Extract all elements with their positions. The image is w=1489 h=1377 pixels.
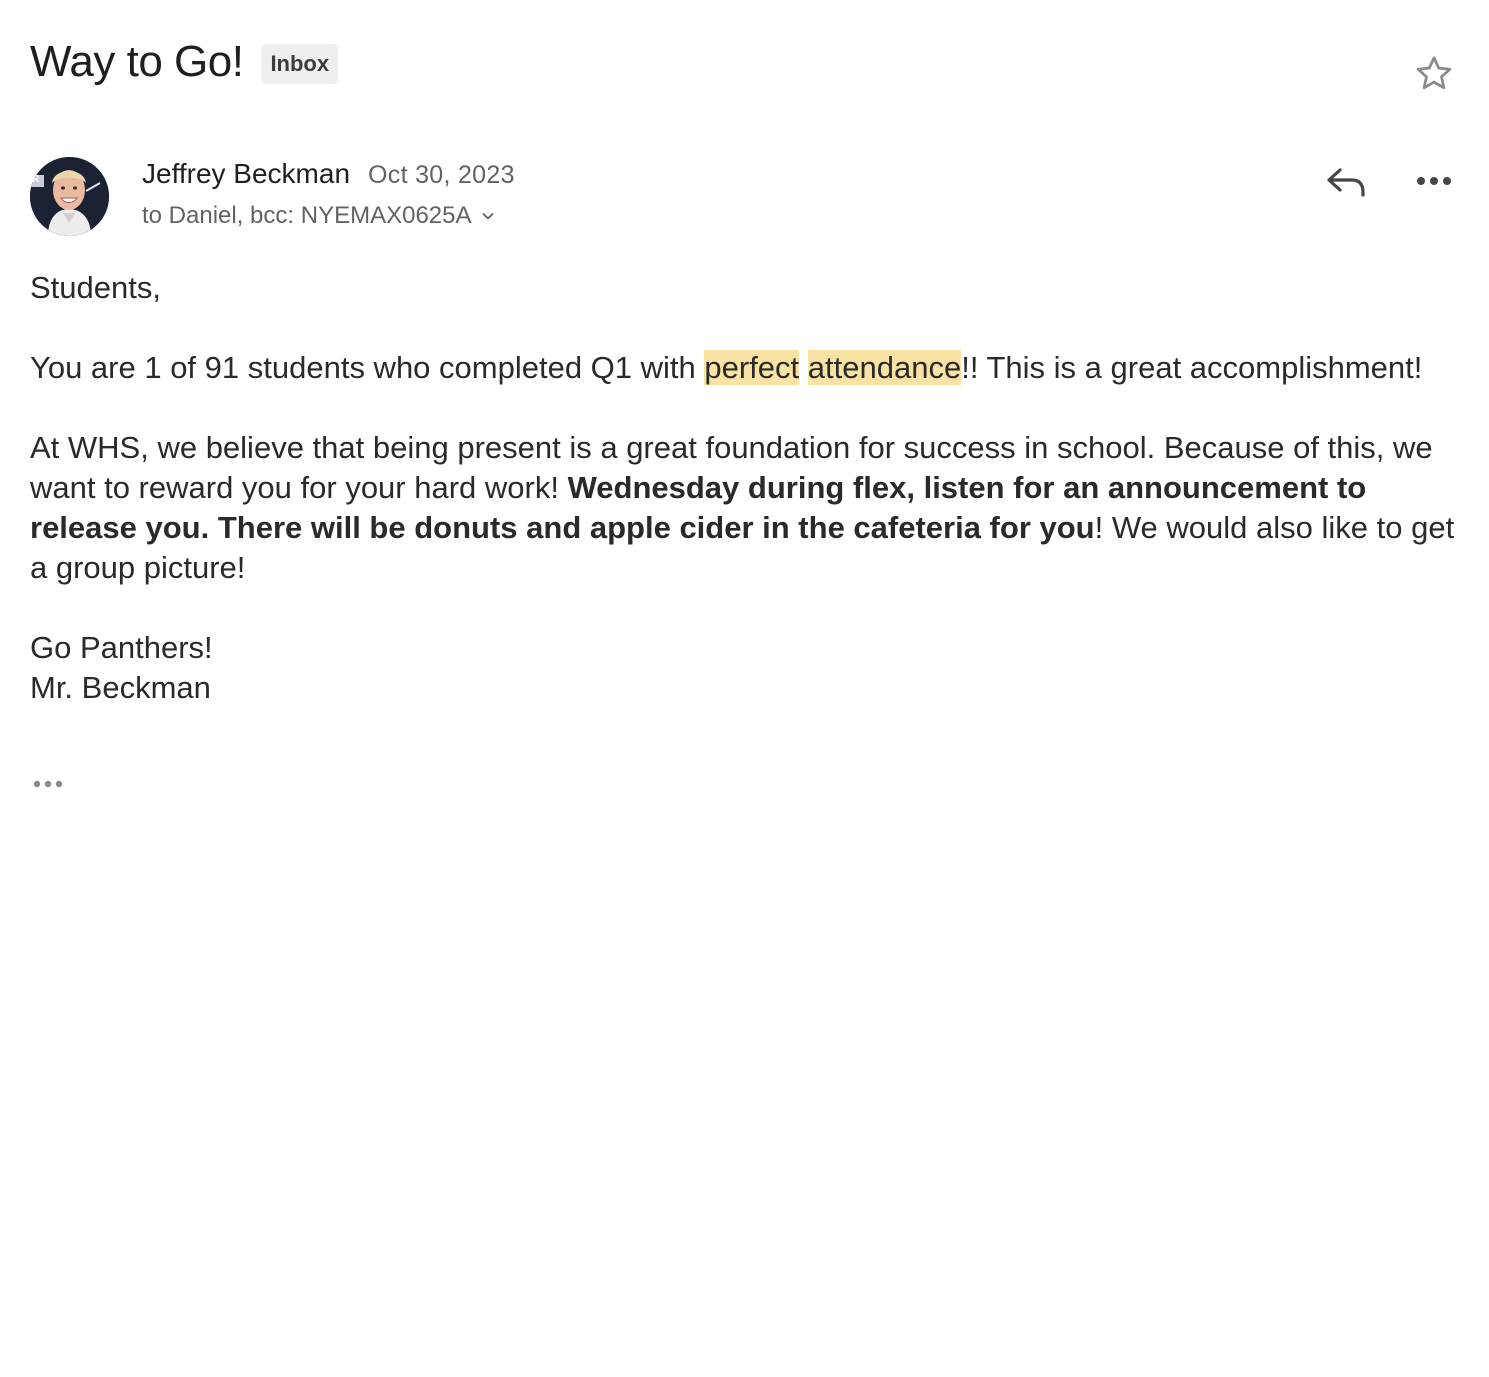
greeting: Students, bbox=[30, 270, 161, 305]
reply-icon[interactable] bbox=[1324, 162, 1368, 202]
avatar-photo bbox=[30, 157, 109, 236]
recipients-text: to Daniel, bcc: NYEMAX0625A bbox=[142, 202, 472, 229]
subject-row: Way to Go! Inbox bbox=[30, 30, 339, 94]
email-body: Students, You are 1 of 91 students who c… bbox=[30, 268, 1462, 708]
paragraph-1-space bbox=[799, 350, 808, 385]
paragraph-1-text-a: You are 1 of 91 students who completed Q… bbox=[30, 350, 705, 385]
signature: Mr. Beckman bbox=[30, 670, 211, 705]
star-icon[interactable] bbox=[1412, 52, 1456, 96]
recipients-toggle[interactable]: to Daniel, bcc: NYEMAX0625A bbox=[142, 201, 515, 231]
email-date: Oct 30, 2023 bbox=[368, 161, 515, 189]
paragraph-1-text-b: !! This is a great accomplishment! bbox=[961, 350, 1423, 385]
sender-name[interactable]: Jeffrey Beckman bbox=[142, 156, 350, 192]
sender-block: Jeffrey Beckman Oct 30, 2023 to Daniel, … bbox=[142, 156, 515, 231]
avatar-badge-text: R bbox=[32, 174, 40, 185]
highlight-attendance: attendance bbox=[807, 350, 962, 385]
email-subject: Way to Go! bbox=[30, 37, 244, 86]
sender-line: Jeffrey Beckman Oct 30, 2023 bbox=[142, 156, 515, 192]
avatar[interactable] bbox=[30, 157, 109, 236]
paragraph-1: You are 1 of 91 students who completed Q… bbox=[30, 348, 1462, 388]
chevron-down-icon bbox=[482, 213, 493, 220]
paragraph-2: At WHS, we believe that being present is… bbox=[30, 428, 1462, 588]
trimmed-content-icon[interactable] bbox=[30, 776, 70, 792]
inbox-label-chip[interactable]: Inbox bbox=[261, 44, 339, 84]
signoff: Go Panthers! bbox=[30, 630, 213, 665]
more-horizontal-icon[interactable] bbox=[1412, 167, 1456, 195]
highlight-perfect: perfect bbox=[704, 350, 800, 385]
